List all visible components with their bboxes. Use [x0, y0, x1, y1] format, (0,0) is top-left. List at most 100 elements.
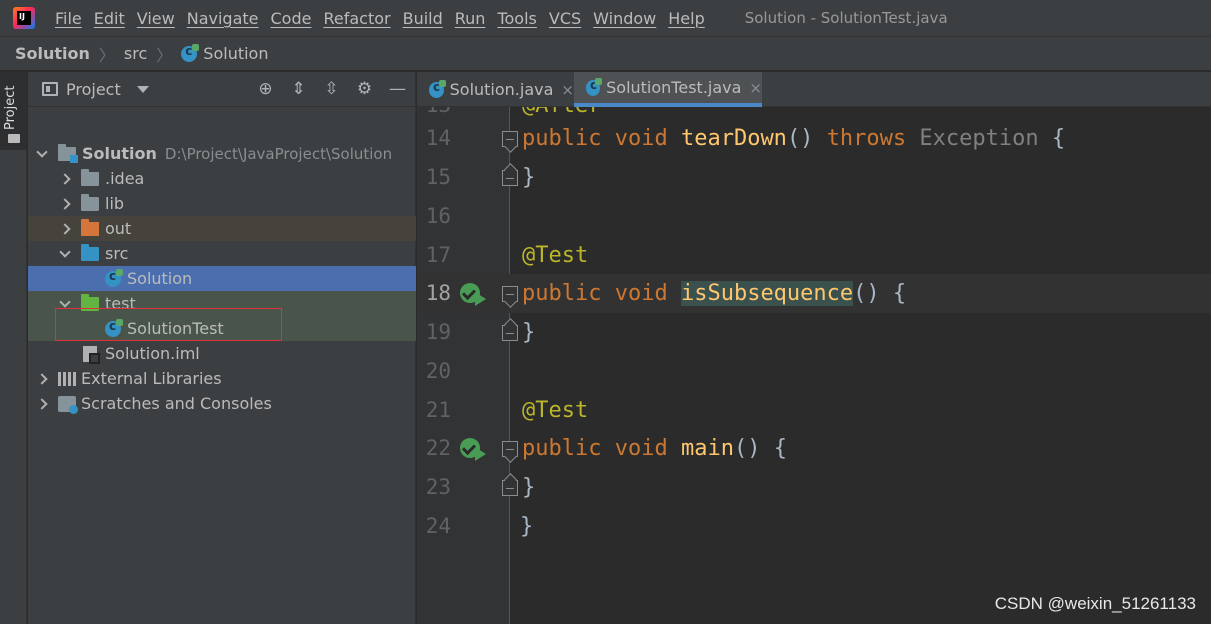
menu-run[interactable]: Run	[455, 9, 486, 28]
breadcrumb-separator-icon: 〉	[98, 45, 115, 65]
scratches-icon	[58, 395, 78, 414]
close-icon[interactable]: ×	[561, 81, 574, 99]
highlight-box	[55, 308, 282, 341]
tree-item-label: lib	[105, 194, 125, 213]
code-line-22: 22 public void main() {	[417, 429, 1211, 468]
breadcrumb-project[interactable]: Solution	[15, 44, 90, 63]
code-line-23: 23 }	[417, 468, 1211, 507]
tree-item-src-solution[interactable]: Solution	[28, 266, 416, 291]
fold-marker-icon[interactable]	[502, 170, 518, 186]
line-number: 22	[425, 436, 451, 460]
chevron-right-icon[interactable]	[36, 398, 48, 410]
menu-file[interactable]: File	[55, 9, 82, 28]
code-line-19: 19 }	[417, 313, 1211, 352]
tree-item-idea[interactable]: .idea	[28, 166, 416, 191]
run-test-icon[interactable]	[460, 438, 486, 461]
test-class-icon	[586, 77, 603, 96]
line-number: 20	[425, 359, 451, 383]
fold-marker-icon[interactable]	[502, 325, 518, 341]
project-tool-window-tab[interactable]: Project	[0, 72, 27, 150]
chevron-down-icon[interactable]	[59, 248, 71, 260]
tab-label: Solution.java	[449, 80, 554, 99]
tree-item-label: Scratches and Consoles	[81, 394, 272, 413]
folder-icon	[8, 134, 20, 143]
tree-item-path: D:\Project\JavaProject\Solution	[164, 144, 393, 163]
chevron-down-icon[interactable]	[136, 85, 149, 93]
line-number: 15	[425, 165, 451, 189]
code-line-15: 15 }	[417, 158, 1211, 197]
menu-help[interactable]: Help	[668, 9, 704, 28]
gear-icon[interactable]: ⚙	[355, 80, 374, 99]
line-number: 21	[425, 398, 451, 422]
chevron-right-icon[interactable]	[36, 373, 48, 385]
expand-all-icon[interactable]: ⇕	[289, 80, 308, 99]
tree-item-scratches[interactable]: Scratches and Consoles	[28, 391, 416, 416]
breadcrumb-separator-icon: 〉	[156, 45, 173, 65]
code-line-20: 20	[417, 352, 1211, 391]
breadcrumb-file[interactable]: Solution	[203, 44, 268, 63]
project-view-icon	[42, 82, 58, 96]
menu-build[interactable]: Build	[403, 9, 443, 28]
menu-code[interactable]: Code	[271, 9, 312, 28]
close-icon[interactable]: ×	[749, 79, 762, 97]
line-number: 18	[425, 281, 451, 305]
intellij-logo-icon: IJ	[13, 7, 35, 29]
chevron-down-icon[interactable]	[36, 148, 48, 160]
code-line-18: 18 public void isSubsequence() {	[417, 274, 1211, 313]
code-text: public void tearDown() throws Exception …	[522, 126, 1066, 151]
code-text: @Test	[522, 398, 589, 423]
editor-tabs: Solution.java × SolutionTest.java ×	[417, 72, 1211, 107]
menu-window[interactable]: Window	[593, 9, 656, 28]
tree-item-label: Solution	[82, 144, 157, 163]
line-number: 17	[425, 243, 451, 267]
run-test-icon[interactable]	[460, 283, 486, 306]
code-text: public void main() {	[522, 436, 787, 461]
chevron-right-icon[interactable]	[59, 223, 71, 235]
tab-solution-java[interactable]: Solution.java ×	[417, 72, 574, 107]
locate-file-icon[interactable]: ⊕	[256, 80, 275, 99]
code-line-24: 24 }	[417, 507, 1211, 546]
watermark: CSDN @weixin_51261133	[994, 594, 1196, 613]
code-text: public void isSubsequence() {	[522, 281, 907, 306]
menu-vcs[interactable]: VCS	[549, 9, 581, 28]
folder-icon	[81, 168, 99, 186]
tree-item-label: .idea	[105, 169, 145, 188]
left-tool-strip: Project	[0, 72, 27, 624]
line-number: 16	[425, 204, 451, 228]
chevron-right-icon[interactable]	[59, 198, 71, 210]
code-editor[interactable]: 13 @After 14 public void tearDown() thro…	[417, 107, 1211, 624]
project-panel-title[interactable]: Project	[66, 80, 121, 99]
source-folder-icon	[81, 243, 99, 261]
fold-marker-icon[interactable]	[502, 441, 518, 457]
breadcrumb-folder[interactable]: src	[124, 44, 147, 63]
tree-item-out[interactable]: out	[28, 216, 416, 241]
menu-edit[interactable]: Edit	[94, 9, 125, 28]
chevron-right-icon[interactable]	[59, 173, 71, 185]
menu-view[interactable]: View	[137, 9, 175, 28]
fold-marker-icon[interactable]	[502, 131, 518, 147]
code-text: @Test	[522, 243, 589, 268]
tree-item-external-libraries[interactable]: External Libraries	[28, 366, 416, 391]
tab-solutiontest-java[interactable]: SolutionTest.java ×	[574, 72, 762, 107]
collapse-all-icon[interactable]: ⇳	[322, 80, 341, 99]
hide-icon[interactable]: —	[388, 80, 407, 99]
excluded-folder-icon	[81, 218, 99, 236]
code-line-17: 17 @Test	[417, 236, 1211, 275]
fold-marker-icon[interactable]	[502, 480, 518, 496]
code-line-16: 16	[417, 197, 1211, 236]
fold-marker-icon[interactable]	[502, 286, 518, 302]
menu-refactor[interactable]: Refactor	[323, 9, 390, 28]
class-icon	[105, 268, 123, 287]
tree-item-label: Solution	[127, 269, 193, 288]
tree-item-label: External Libraries	[81, 369, 222, 388]
tree-item-src[interactable]: src	[28, 241, 416, 266]
tree-item-lib[interactable]: lib	[28, 191, 416, 216]
code-text: }	[522, 320, 536, 345]
module-file-icon	[83, 345, 100, 364]
menu-navigate[interactable]: Navigate	[187, 9, 259, 28]
code-text: }	[522, 475, 536, 500]
tree-item-solution-root[interactable]: Solution D:\Project\JavaProject\Solution	[28, 141, 416, 166]
tree-item-label: out	[105, 219, 132, 238]
menu-tools[interactable]: Tools	[497, 9, 536, 28]
tree-item-iml[interactable]: Solution.iml	[28, 341, 416, 366]
